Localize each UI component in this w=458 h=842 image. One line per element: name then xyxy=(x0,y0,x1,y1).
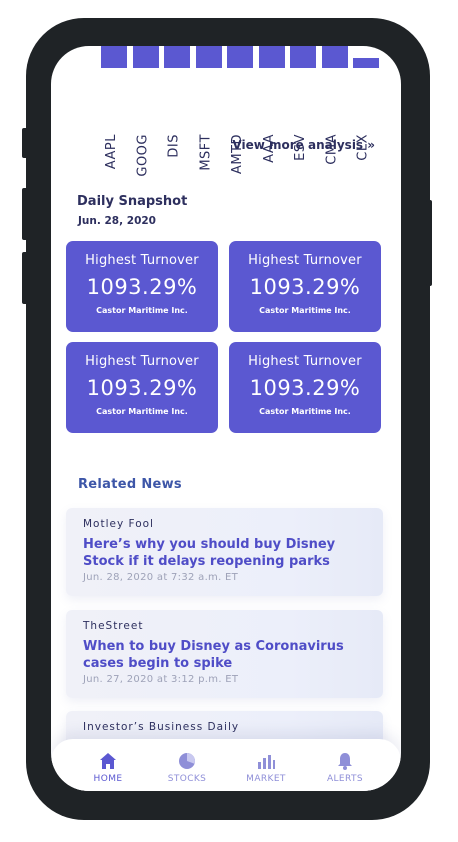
news-source: Motley Fool xyxy=(83,518,154,530)
chart-bar-msft xyxy=(195,46,222,68)
pie-chart-icon xyxy=(179,753,195,769)
news-source: Investor’s Business Daily xyxy=(83,721,240,733)
daily-snapshot-title: Daily Snapshot xyxy=(77,194,188,209)
power-button xyxy=(426,200,432,286)
snapshot-card-company: Castor Maritime Inc. xyxy=(96,306,188,315)
snapshot-card-value: 1093.29% xyxy=(86,275,198,299)
chart-tick-label: CMA xyxy=(324,70,342,165)
chart-tick-label: ESV xyxy=(292,70,310,161)
news-timestamp: Jun. 28, 2020 at 7:32 a.m. ET xyxy=(83,572,239,583)
chart-bar-aapl xyxy=(101,46,127,68)
bar-chart-icon xyxy=(258,755,275,769)
news-timestamp: Jun. 27, 2020 at 3:12 p.m. ET xyxy=(83,674,239,685)
tab-stocks-label: STOCKS xyxy=(167,774,207,784)
snapshot-card-company: Castor Maritime Inc. xyxy=(259,306,351,315)
chart-tick-label-text: MSFT xyxy=(198,134,214,171)
chart-tick-label: AMTD xyxy=(229,70,247,174)
chart-bar-aaa xyxy=(258,46,285,68)
news-item[interactable]: Motley Fool Here’s why you should buy Di… xyxy=(66,508,383,596)
mute-switch xyxy=(22,128,28,158)
chart-tick-label: CLX xyxy=(355,70,373,161)
chart-bar-goog xyxy=(132,46,159,68)
chart-tick-label-text: GOOG xyxy=(135,134,151,177)
chart-bar-amtd xyxy=(227,46,253,68)
news-headline[interactable]: When to buy Disney as Coronavirus cases … xyxy=(83,638,373,672)
stock-bar-chart: AAPL GOOG DIS MSFT AMTD AAA ESV CMA CLX xyxy=(51,46,401,177)
tab-home-label: HOME xyxy=(93,774,123,784)
chart-tick-label: GOOG xyxy=(135,70,153,177)
chart-bar-dis xyxy=(164,46,190,68)
snapshot-card-value: 1093.29% xyxy=(249,376,361,400)
snapshot-card[interactable]: Highest Turnover 1093.29% Castor Maritim… xyxy=(66,241,218,332)
chart-tick-label-text: DIS xyxy=(167,134,182,158)
chart-bar-cma xyxy=(321,46,348,68)
news-source: TheStreet xyxy=(83,620,144,632)
snapshot-card-company: Castor Maritime Inc. xyxy=(96,407,188,416)
volume-up-button xyxy=(22,188,28,240)
chart-tick-label-text: AAPL xyxy=(104,134,119,170)
news-headline[interactable]: Here’s why you should buy Disney Stock i… xyxy=(83,536,373,570)
chart-tick-label: AAPL xyxy=(103,70,121,169)
chart-tick-label: AAA xyxy=(261,70,279,163)
news-item[interactable]: TheStreet When to buy Disney as Coronavi… xyxy=(66,610,383,698)
snapshot-card-value: 1093.29% xyxy=(249,275,361,299)
tab-market[interactable]: MARKET xyxy=(231,751,301,784)
chart-bar-clx xyxy=(353,58,379,68)
tab-alerts[interactable]: ALERTS xyxy=(310,751,380,784)
tab-home[interactable]: HOME xyxy=(73,751,143,784)
snapshot-card-title: Highest Turnover xyxy=(85,354,199,369)
snapshot-card[interactable]: Highest Turnover 1093.29% Castor Maritim… xyxy=(229,342,381,433)
related-news-title: Related News xyxy=(78,477,182,492)
snapshot-card-title: Highest Turnover xyxy=(248,354,362,369)
snapshot-card-value: 1093.29% xyxy=(86,376,198,400)
tab-stocks[interactable]: STOCKS xyxy=(152,751,222,784)
snapshot-card-company: Castor Maritime Inc. xyxy=(259,407,351,416)
home-icon xyxy=(100,753,116,769)
chart-tick-label: DIS xyxy=(166,70,184,158)
snapshot-card[interactable]: Highest Turnover 1093.29% Castor Maritim… xyxy=(229,241,381,332)
bell-icon xyxy=(338,753,352,770)
chart-tick-label: MSFT xyxy=(198,70,216,171)
snapshot-card-title: Highest Turnover xyxy=(85,253,199,268)
daily-snapshot-date: Jun. 28, 2020 xyxy=(78,215,156,227)
view-more-analysis-link[interactable]: View more analysis » xyxy=(232,138,375,152)
bottom-tab-bar: HOME STOCKS MARKET ALERTS xyxy=(51,739,401,791)
tab-alerts-label: ALERTS xyxy=(326,774,364,784)
chart-bar-esv xyxy=(290,46,316,68)
app-screen: AAPL GOOG DIS MSFT AMTD AAA ESV CMA CLX View mor… xyxy=(51,46,401,791)
tab-market-label: MARKET xyxy=(246,774,286,784)
volume-down-button xyxy=(22,252,28,304)
snapshot-card[interactable]: Highest Turnover 1093.29% Castor Maritim… xyxy=(66,342,218,433)
snapshot-card-title: Highest Turnover xyxy=(248,253,362,268)
